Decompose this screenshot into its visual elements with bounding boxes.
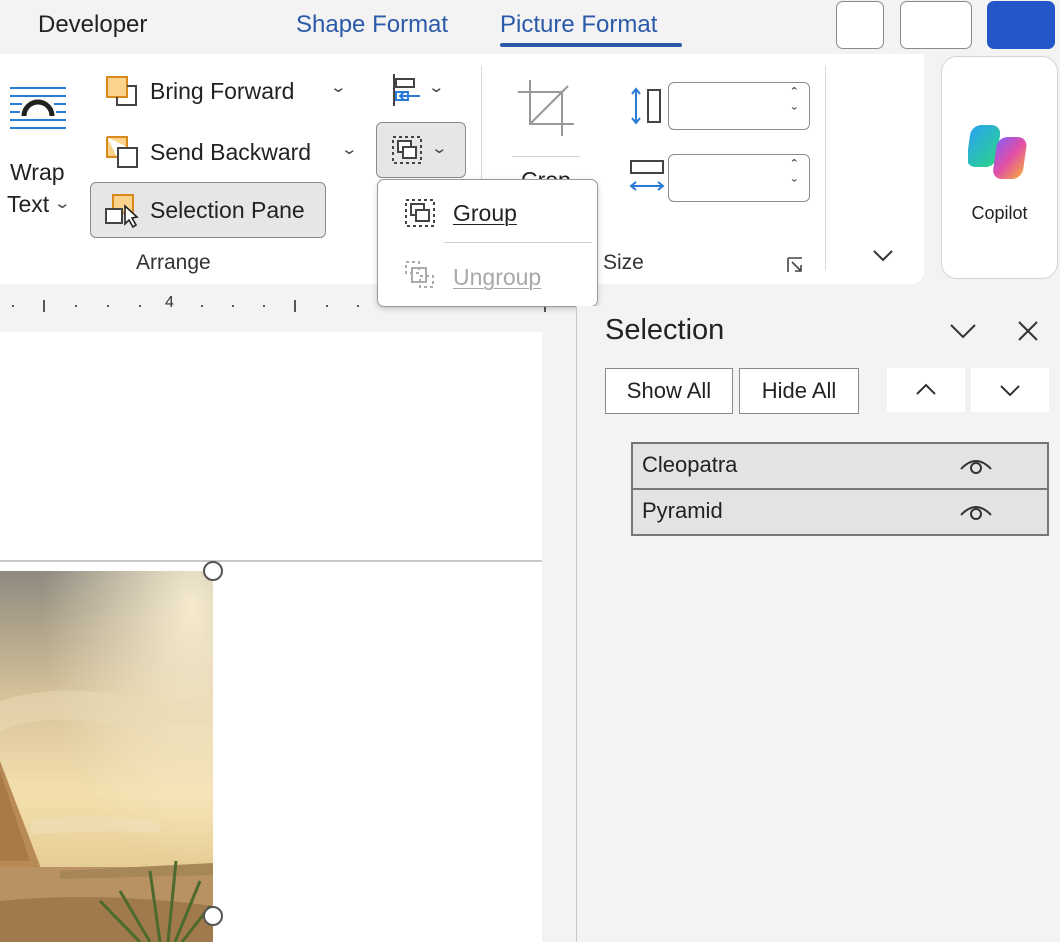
title-bar-button-2[interactable] xyxy=(900,1,972,49)
pane-options-chevron-icon[interactable] xyxy=(949,322,977,340)
send-backward-label: Send Backward xyxy=(150,139,312,165)
chevron-down-icon xyxy=(1000,385,1020,397)
shape-width-input[interactable]: ˆˇ xyxy=(668,154,810,202)
title-bar-primary-button[interactable] xyxy=(987,1,1055,49)
bring-forward-arrow-button[interactable] xyxy=(887,368,965,412)
align-chevron-icon: ⌄ xyxy=(427,79,446,96)
group-icon xyxy=(392,136,422,164)
ribbon-separator-2 xyxy=(825,66,826,270)
size-dialog-launcher-icon[interactable] xyxy=(786,256,804,274)
width-spinner-icon[interactable]: ˆˇ xyxy=(792,157,797,197)
hide-all-button[interactable]: Hide All xyxy=(739,368,859,414)
group-icon xyxy=(405,199,435,227)
shape-width-icon xyxy=(629,160,665,191)
tab-shape-format[interactable]: Shape Format xyxy=(296,8,448,42)
wrap-text-icon xyxy=(10,87,66,129)
selection-item-cleopatra[interactable]: Cleopatra xyxy=(631,442,1049,490)
copilot-button[interactable]: Copilot xyxy=(941,56,1058,279)
selection-pane-icon xyxy=(105,194,139,228)
menu-item-group[interactable]: Group xyxy=(378,184,597,242)
bring-forward-chevron-icon[interactable]: ⌄ xyxy=(329,78,347,96)
selection-item-pyramid[interactable]: Pyramid xyxy=(631,488,1049,536)
selection-item-name: Pyramid xyxy=(642,498,723,523)
send-backward-arrow-button[interactable] xyxy=(971,368,1049,412)
height-spinner-icon[interactable]: ˆˇ xyxy=(792,85,797,125)
resize-handle-top-right[interactable] xyxy=(203,561,223,581)
wrap-text-label-line2: Text xyxy=(7,191,50,217)
group-chevron-icon: ⌄ xyxy=(430,140,449,157)
shape-height-icon xyxy=(631,87,661,125)
active-tab-indicator xyxy=(500,43,682,47)
menu-item-ungroup: Ungroup xyxy=(378,248,597,306)
wrap-text-label-line1: Wrap xyxy=(10,159,65,185)
align-icon xyxy=(393,74,420,106)
group-objects-button[interactable]: ⌄ xyxy=(376,122,466,178)
selection-pane: Selection Show All Hide All Cleopatra Py… xyxy=(576,306,1060,942)
visibility-eye-icon[interactable] xyxy=(959,499,993,523)
bring-forward-label: Bring Forward xyxy=(150,78,295,104)
bring-forward-button[interactable]: Bring Forward ⌄ xyxy=(100,72,356,112)
visibility-eye-icon[interactable] xyxy=(959,453,993,477)
send-backward-icon xyxy=(106,136,138,168)
selection-pane-button[interactable]: Selection Pane xyxy=(90,182,326,238)
send-backward-chevron-icon[interactable]: ⌄ xyxy=(340,140,358,158)
copilot-icon xyxy=(968,125,1027,179)
page-divider xyxy=(0,560,542,562)
chevron-up-icon xyxy=(916,383,936,395)
crop-button[interactable]: Crop xyxy=(508,76,584,196)
ruler-mark: 4 xyxy=(165,294,174,311)
tab-picture-format[interactable]: Picture Format xyxy=(500,8,657,42)
show-all-button[interactable]: Show All xyxy=(605,368,733,414)
ribbon-expand-chevron-icon[interactable] xyxy=(872,248,894,264)
bring-forward-icon xyxy=(106,76,137,106)
pyramid-photo xyxy=(0,571,213,942)
copilot-label: Copilot xyxy=(971,203,1028,223)
selection-pane-title: Selection xyxy=(605,314,725,346)
size-group-label: Size xyxy=(603,251,644,274)
group-dropdown-menu: Group Ungroup xyxy=(377,179,598,307)
chevron-down-icon: ⌄ xyxy=(53,195,72,212)
selection-pane-label: Selection Pane xyxy=(150,197,305,223)
shape-height-input[interactable]: ˆˇ xyxy=(668,82,810,130)
resize-handle-bottom-right[interactable] xyxy=(203,906,223,926)
selection-item-name: Cleopatra xyxy=(642,452,738,477)
menu-separator xyxy=(444,242,592,243)
align-button[interactable]: ⌄ xyxy=(386,70,452,110)
crop-icon xyxy=(518,80,574,136)
title-bar-button-1[interactable] xyxy=(836,1,884,49)
menu-item-ungroup-label: Ungroup xyxy=(453,264,542,290)
wrap-text-button[interactable]: Wrap Text ⌄ xyxy=(0,80,80,220)
send-backward-button[interactable]: Send Backward ⌄ xyxy=(100,132,364,172)
pyramid-image[interactable] xyxy=(0,571,213,942)
crop-divider xyxy=(512,156,580,157)
close-icon[interactable] xyxy=(1017,320,1039,342)
menu-item-group-label: Group xyxy=(453,200,517,226)
ungroup-icon xyxy=(405,261,434,288)
arrange-group-label: Arrange xyxy=(136,251,211,274)
tab-developer[interactable]: Developer xyxy=(38,8,147,42)
